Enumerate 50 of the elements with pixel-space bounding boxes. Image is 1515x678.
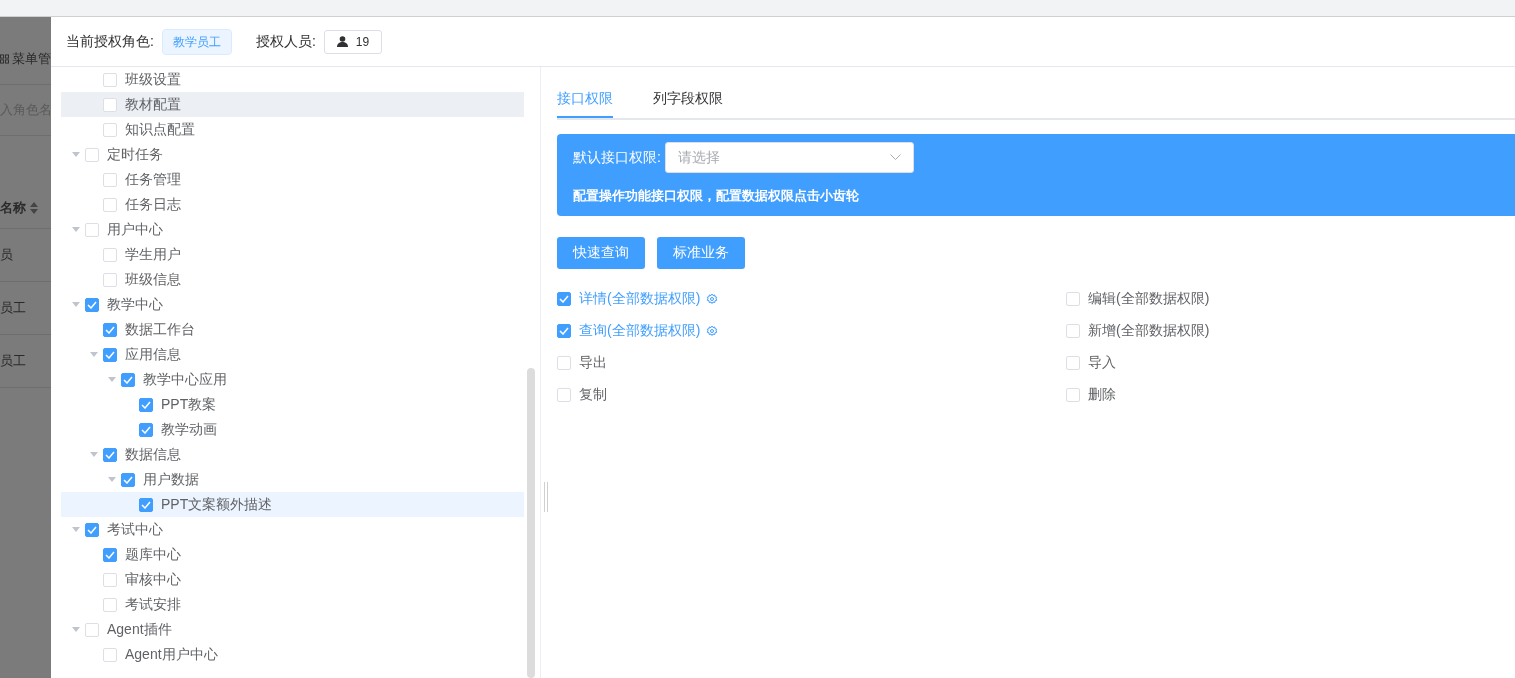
caret-icon[interactable] xyxy=(72,302,80,307)
caret-icon[interactable] xyxy=(72,527,80,532)
permission-label[interactable]: 导出 xyxy=(579,354,607,372)
banner-note: 配置操作功能接口权限，配置数据权限点击小齿轮 xyxy=(573,187,860,205)
caret-icon[interactable] xyxy=(108,377,116,382)
gear-icon[interactable] xyxy=(706,293,719,305)
caret-icon[interactable] xyxy=(108,477,116,482)
people-label: 授权人员: xyxy=(255,32,316,51)
table-cell: 员工 xyxy=(0,352,26,370)
table-cell: 员工 xyxy=(0,299,26,317)
grid-icon xyxy=(0,54,9,64)
checkbox[interactable] xyxy=(85,297,99,312)
permission-label[interactable]: 复制 xyxy=(579,386,607,404)
select-label: 默认接口权限: xyxy=(573,148,661,167)
tab[interactable]: 列字段权限 xyxy=(653,87,723,118)
caret-icon[interactable] xyxy=(90,452,98,457)
checkbox[interactable] xyxy=(103,347,117,362)
tree-item[interactable]: PPT文案额外描述 xyxy=(61,492,524,517)
people-button[interactable]: 19 xyxy=(323,29,383,54)
checkbox[interactable] xyxy=(139,397,153,412)
gear-icon[interactable] xyxy=(706,325,719,337)
checkbox[interactable] xyxy=(557,324,571,338)
checkbox[interactable] xyxy=(85,522,99,537)
tree-item[interactable]: 教材配置 xyxy=(61,92,524,117)
caret-icon[interactable] xyxy=(72,627,80,632)
menu-label[interactable]: 菜单管 xyxy=(12,50,51,68)
checkbox[interactable] xyxy=(557,292,571,306)
checkbox[interactable] xyxy=(139,497,153,512)
checkbox[interactable] xyxy=(103,447,117,462)
role-tag: 教学员工 xyxy=(161,28,232,55)
checkbox[interactable] xyxy=(121,372,135,387)
caret-icon[interactable] xyxy=(72,152,80,157)
splitter-handle-icon[interactable] xyxy=(544,482,548,512)
caret-icon[interactable] xyxy=(90,352,98,357)
table-cell: 员 xyxy=(0,246,13,264)
checkbox[interactable] xyxy=(121,472,135,487)
column-header: 名称 xyxy=(0,199,26,217)
permission-label[interactable]: 新增(全部数据权限) xyxy=(1088,322,1210,340)
checkbox[interactable] xyxy=(103,547,117,562)
user-icon xyxy=(336,36,348,47)
caret-icon[interactable] xyxy=(72,227,80,232)
checkbox[interactable] xyxy=(103,322,117,337)
sort-icon[interactable] xyxy=(30,202,38,214)
permission-label[interactable]: 导入 xyxy=(1088,354,1116,372)
permission-label[interactable]: 编辑(全部数据权限) xyxy=(1088,290,1210,308)
role-label: 当前授权角色: xyxy=(66,32,154,51)
chevron-down-icon xyxy=(889,154,901,161)
scrollbar-thumb[interactable] xyxy=(527,368,535,678)
permission-label[interactable]: 删除 xyxy=(1088,386,1116,404)
checkbox[interactable] xyxy=(139,422,153,437)
